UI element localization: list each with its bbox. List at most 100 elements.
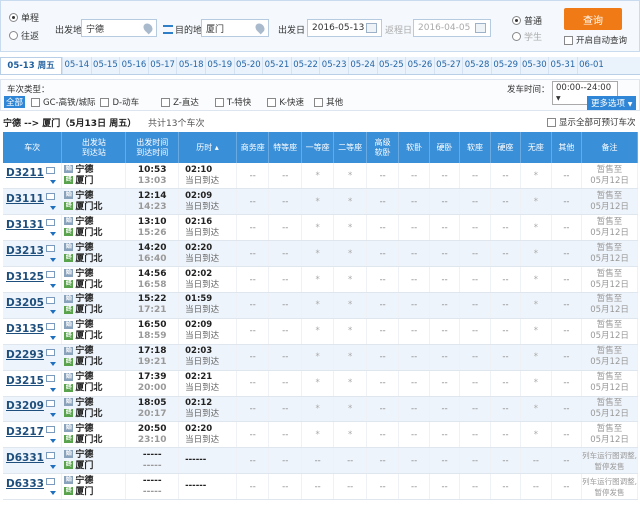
train-info-icon[interactable] bbox=[45, 296, 55, 304]
seat-availability: -- bbox=[282, 222, 289, 233]
date-tab[interactable]: 06-01 bbox=[576, 57, 606, 74]
date-tab[interactable]: 05-24 bbox=[347, 57, 377, 74]
date-tab[interactable]: 05-19 bbox=[204, 57, 234, 74]
train-type-filter[interactable]: K-快速 bbox=[267, 96, 304, 108]
date-tab[interactable]: 05-31 bbox=[548, 57, 577, 74]
expand-stops-icon[interactable] bbox=[50, 258, 56, 263]
date-tab[interactable]: 05-15 bbox=[90, 57, 120, 74]
train-number-link[interactable]: D6333 bbox=[6, 478, 44, 490]
expand-stops-icon[interactable] bbox=[50, 413, 56, 418]
train-info-icon[interactable] bbox=[45, 374, 55, 382]
train-info-icon[interactable] bbox=[45, 478, 55, 486]
train-info-icon[interactable] bbox=[45, 193, 55, 201]
train-info-icon[interactable] bbox=[45, 426, 55, 434]
train-number-link[interactable]: D3131 bbox=[6, 219, 44, 231]
train-type-filter[interactable]: D-动车 bbox=[100, 96, 139, 108]
date-tab[interactable]: 05-20 bbox=[233, 57, 263, 74]
seat-availability: -- bbox=[532, 455, 539, 466]
train-number-link[interactable]: D6331 bbox=[6, 452, 44, 464]
expand-stops-icon[interactable] bbox=[50, 284, 56, 288]
col-duration[interactable]: 历时 ▴ bbox=[178, 132, 237, 163]
expand-stops-icon[interactable] bbox=[50, 491, 56, 496]
train-number-link[interactable]: D3111 bbox=[6, 193, 44, 205]
expand-stops-icon[interactable] bbox=[50, 206, 56, 211]
seat-availability: * bbox=[315, 403, 320, 414]
calendar-icon bbox=[366, 23, 377, 33]
date-tab[interactable]: 05-30 bbox=[519, 57, 549, 74]
train-number-link[interactable]: D3213 bbox=[6, 245, 44, 257]
expand-stops-icon[interactable] bbox=[50, 465, 56, 470]
to-input[interactable]: 厦门 bbox=[201, 19, 269, 37]
expand-stops-icon[interactable] bbox=[50, 387, 56, 392]
swap-button[interactable]: 目的地 bbox=[163, 23, 202, 36]
train-type-filter[interactable]: T-特快 bbox=[214, 96, 251, 108]
query-button[interactable]: 查询 bbox=[564, 8, 622, 30]
date-tab[interactable]: 05-22 bbox=[290, 57, 320, 74]
train-info-icon[interactable] bbox=[45, 400, 55, 408]
station-cell: 始宁德终厦门北 bbox=[61, 318, 127, 345]
passenger-student[interactable]: 学生 bbox=[512, 30, 542, 43]
seat-cell: -- bbox=[268, 421, 302, 449]
train-info-icon[interactable] bbox=[45, 245, 55, 253]
train-type-filter[interactable]: 其他 bbox=[314, 96, 343, 108]
seat-availability: -- bbox=[282, 274, 289, 285]
train-info-icon[interactable] bbox=[45, 322, 55, 330]
date-tab[interactable]: 05-14 bbox=[62, 57, 91, 74]
show-all-toggle[interactable]: 显示全部可预订车次 bbox=[547, 116, 636, 128]
expand-stops-icon[interactable] bbox=[50, 361, 56, 366]
train-number-link[interactable]: D3125 bbox=[6, 271, 44, 283]
train-number-link[interactable]: D3215 bbox=[6, 375, 44, 387]
col-time[interactable]: 出发时间 到达时间 bbox=[125, 132, 180, 163]
date-tab[interactable]: 05-25 bbox=[376, 57, 406, 74]
date-tab[interactable]: 05-28 bbox=[462, 57, 491, 74]
train-number-link[interactable]: D2293 bbox=[6, 349, 44, 361]
return-date-input[interactable]: 2016-04-05 bbox=[413, 19, 491, 37]
train-type-filter[interactable]: GC-高铁/城际 bbox=[31, 96, 95, 108]
expand-stops-icon[interactable] bbox=[50, 232, 56, 237]
date-tab[interactable]: 05-16 bbox=[119, 57, 148, 74]
trip-type-oneway[interactable]: 单程 bbox=[9, 11, 39, 24]
checkbox-icon bbox=[31, 97, 40, 107]
train-number-link[interactable]: D3209 bbox=[6, 400, 44, 412]
from-input[interactable]: 宁德 bbox=[81, 19, 157, 37]
date-tab[interactable]: 05-21 bbox=[262, 57, 291, 74]
train-info-icon[interactable] bbox=[45, 167, 55, 175]
more-options-button[interactable]: 更多选项 ▼ bbox=[587, 96, 637, 110]
train-info-icon[interactable] bbox=[45, 219, 55, 227]
passenger-normal[interactable]: 普通 bbox=[512, 14, 542, 27]
seat-cell: -- bbox=[268, 370, 302, 397]
seat-availability: -- bbox=[441, 403, 448, 414]
seat-availability: -- bbox=[471, 378, 479, 389]
date-tab[interactable]: 05-29 bbox=[490, 57, 520, 74]
date-tab[interactable]: 05-27 bbox=[433, 57, 463, 74]
date-tab[interactable]: 05-23 bbox=[319, 57, 348, 74]
seat-cell: * bbox=[301, 292, 335, 319]
expand-stops-icon[interactable] bbox=[50, 439, 56, 444]
date-tab[interactable]: 05-26 bbox=[405, 57, 434, 74]
expand-stops-icon[interactable] bbox=[50, 180, 56, 185]
train-number-link[interactable]: D3205 bbox=[6, 297, 44, 309]
train-number-link[interactable]: D3211 bbox=[6, 167, 44, 179]
end-station-icon: 终 bbox=[64, 357, 74, 366]
expand-stops-icon[interactable] bbox=[50, 335, 56, 340]
train-info-icon[interactable] bbox=[45, 348, 55, 356]
train-number-link[interactable]: D3135 bbox=[6, 323, 44, 335]
seat-availability: -- bbox=[411, 378, 418, 389]
date-tab[interactable]: 05-18 bbox=[176, 57, 205, 74]
trip-type-roundtrip[interactable]: 往返 bbox=[9, 29, 39, 42]
station-cell: 始宁德终厦门北 bbox=[61, 188, 127, 216]
train-number-link[interactable]: D3217 bbox=[6, 426, 44, 438]
to-station: 厦门北 bbox=[75, 279, 103, 290]
filter-all-button[interactable]: 全部 bbox=[4, 96, 26, 108]
arrive-day: 当日到达 bbox=[185, 305, 220, 316]
auto-query-toggle[interactable]: 开启自动查询 bbox=[564, 34, 627, 46]
date-tab-active[interactable]: 05-13 周五 bbox=[0, 57, 62, 74]
seat-availability: -- bbox=[441, 429, 448, 440]
depart-date-input[interactable]: 2016-05-13 bbox=[307, 19, 382, 37]
train-info-icon[interactable] bbox=[45, 452, 55, 460]
date-tab[interactable]: 05-17 bbox=[147, 57, 177, 74]
train-info-icon[interactable] bbox=[45, 271, 55, 278]
expand-stops-icon[interactable] bbox=[50, 309, 56, 314]
train-cell: D3131 bbox=[3, 214, 63, 242]
train-type-filter[interactable]: Z-直达 bbox=[161, 96, 199, 108]
